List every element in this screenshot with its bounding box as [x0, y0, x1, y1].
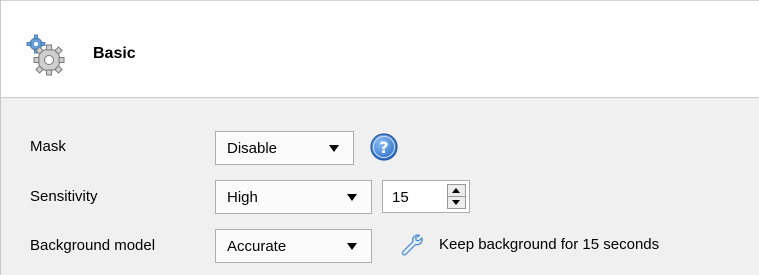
spin-divider	[448, 196, 465, 197]
mask-select[interactable]: Disable	[215, 131, 354, 165]
mask-label: Mask	[30, 138, 66, 155]
gears-icon	[26, 34, 65, 76]
sensitivity-select[interactable]: High	[215, 180, 372, 214]
sensitivity-spinbox[interactable]: 15	[382, 180, 470, 213]
background-model-label: Background model	[30, 237, 156, 254]
help-icon[interactable]: ?	[369, 132, 399, 162]
sensitivity-select-value: High	[227, 189, 258, 206]
background-model-select-value: Accurate	[227, 238, 287, 255]
chevron-down-icon	[347, 194, 357, 201]
chevron-down-icon	[347, 243, 357, 250]
sensitivity-spinbox-value: 15	[392, 189, 409, 206]
mask-select-value: Disable	[227, 140, 278, 157]
spin-buttons[interactable]	[447, 184, 466, 209]
settings-panel: Basic Mask Disable ? Sensitivity High 15…	[0, 0, 759, 275]
background-model-select[interactable]: Accurate	[215, 229, 372, 263]
wrench-icon[interactable]	[399, 232, 423, 256]
section-header: Basic	[1, 0, 759, 98]
spin-up-icon[interactable]	[452, 188, 460, 193]
section-title: Basic	[93, 45, 136, 62]
svg-text:?: ?	[379, 138, 388, 157]
chevron-down-icon	[329, 145, 339, 152]
spin-down-icon[interactable]	[452, 200, 460, 205]
background-keep-hint: Keep background for 15 seconds	[439, 236, 660, 253]
sensitivity-label: Sensitivity	[30, 188, 98, 205]
